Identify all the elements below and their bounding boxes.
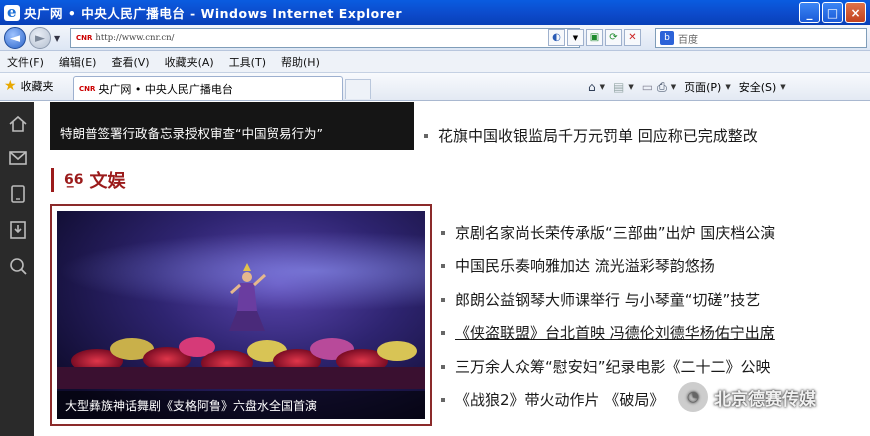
home-icon[interactable]: ⌂ xyxy=(588,80,596,94)
search-icon[interactable] xyxy=(8,256,28,276)
command-bar: ⌂ ▼ ▤ ▼ ▭ ⎙ ▼ 页面(P) ▼ 安全(S) ▼ xyxy=(588,79,790,95)
minimize-button[interactable]: _ xyxy=(799,2,820,23)
window-title: 央广网 • 中央人民广播电台 - Windows Internet Explor… xyxy=(24,6,403,21)
maximize-button[interactable]: □ xyxy=(822,2,843,23)
top-news-caption[interactable]: 特朗普签署行政备忘录授权审查“中国贸易行为” xyxy=(60,123,323,142)
page-content: 特朗普签署行政备忘录授权审查“中国贸易行为” 花旗中国收银监局千万元罚单 回应称… xyxy=(34,102,870,436)
favorites-tab-bar: ★ 收藏夹 CNR 央广网 • 中央人民广播电台 ⌂ ▼ ▤ ▼ ▭ ⎙ ▼ 页面(P… xyxy=(0,73,870,101)
tablet-icon[interactable] xyxy=(8,184,28,204)
menu-tools[interactable]: 工具(T) xyxy=(229,54,266,70)
address-url[interactable]: http://www.cnr.cn/ xyxy=(95,33,174,43)
new-tab-button[interactable] xyxy=(345,79,371,99)
forward-button[interactable]: ► xyxy=(29,27,51,49)
shield-icon[interactable]: ◐ xyxy=(548,29,565,46)
search-placeholder: 百度 xyxy=(678,34,698,46)
safety-dropdown-icon[interactable]: ▼ xyxy=(780,83,785,91)
compatibility-view-icon[interactable]: ▣ xyxy=(586,29,603,46)
favorites-label: 收藏夹 xyxy=(20,80,54,93)
top-news-link[interactable]: 花旗中国收银监局千万元罚单 回应称已完成整改 xyxy=(424,125,758,146)
favorites-button[interactable]: ★ 收藏夹 xyxy=(4,78,54,94)
address-bar[interactable]: CNR http://www.cnr.cn/ xyxy=(70,28,580,48)
watermark-text: 北京德赛传媒 xyxy=(714,389,816,410)
feature-image[interactable]: 大型彝族神话舞剧《支格阿鲁》六盘水全国首演 xyxy=(57,211,425,419)
tab-favicon-icon: CNR xyxy=(79,84,96,93)
culture-icon: 6̲6 xyxy=(64,172,84,188)
site-favicon-icon: CNR xyxy=(76,34,93,42)
page-menu[interactable]: 页面(P) xyxy=(684,79,721,95)
close-button[interactable]: × xyxy=(845,2,866,23)
news-item-5[interactable]: 三万余人众筹“慰安妇”纪录电影《二十二》公映 xyxy=(441,356,771,377)
news-item-2[interactable]: 中国民乐奏响雅加达 流光溢彩琴韵悠扬 xyxy=(441,255,715,276)
page-dropdown-icon[interactable]: ▼ xyxy=(725,83,730,91)
feeds-icon[interactable]: ▤ xyxy=(613,80,624,94)
feeds-dropdown-icon[interactable]: ▼ xyxy=(628,83,633,91)
print-icon[interactable]: ⎙ xyxy=(657,80,667,95)
address-dropdown-icon[interactable]: ▼ xyxy=(567,29,584,46)
menu-file[interactable]: 文件(F) xyxy=(7,54,44,70)
home-dropdown-icon[interactable]: ▼ xyxy=(600,83,605,91)
menu-view[interactable]: 查看(V) xyxy=(111,54,149,70)
recent-pages-dropdown-icon[interactable]: ▼ xyxy=(54,34,60,43)
section-bar xyxy=(51,168,54,192)
search-box[interactable]: b 百度 xyxy=(655,28,867,48)
mail-icon[interactable]: ▭ xyxy=(642,80,653,94)
feature-image-box[interactable]: 大型彝族神话舞剧《支格阿鲁》六盘水全国首演 xyxy=(50,204,432,426)
favorites-star-icon: ★ xyxy=(4,78,17,94)
news-item-4[interactable]: 《侠盗联盟》台北首映 冯德伦刘德华杨佑宁出席 xyxy=(441,322,775,343)
news-item-6[interactable]: 《战狼2》带火动作片 《破局》 xyxy=(440,389,664,410)
top-news-thumbnail[interactable]: 特朗普签署行政备忘录授权审查“中国贸易行为” xyxy=(50,102,414,150)
download-icon[interactable] xyxy=(8,220,28,240)
menu-help[interactable]: 帮助(H) xyxy=(281,54,320,70)
home-icon[interactable] xyxy=(8,114,28,134)
news-item-1[interactable]: 京剧名家尚长荣传承版“三部曲”出炉 国庆档公演 xyxy=(440,222,775,243)
news-item-3[interactable]: 郎朗公益钢琴大师课举行 与小琴童“切磋”技艺 xyxy=(440,289,760,310)
menu-bar: 文件(F) 编辑(E) 查看(V) 收藏夹(A) 工具(T) 帮助(H) xyxy=(0,51,870,73)
address-bar-buttons: ◐ ▼ ▣ ⟳ ✕ xyxy=(548,29,641,46)
address-toolbar: ◄ ► ▼ CNR http://www.cnr.cn/ ◐ ▼ ▣ ⟳ ✕ b… xyxy=(0,25,870,51)
tab-active[interactable]: CNR 央广网 • 中央人民广播电台 xyxy=(73,76,343,100)
dance-performance-image xyxy=(57,263,425,389)
wechat-watermark: ◔ 北京德赛传媒 xyxy=(678,382,816,412)
safety-menu[interactable]: 安全(S) xyxy=(739,79,777,95)
window-controls: _ □ × xyxy=(799,2,866,23)
wechat-icon: ◔ xyxy=(678,382,708,412)
site-sidebar xyxy=(0,102,34,436)
section-title[interactable]: 文娱 xyxy=(89,167,125,193)
mail-icon[interactable] xyxy=(8,148,28,168)
feature-caption[interactable]: 大型彝族神话舞剧《支格阿鲁》六盘水全国首演 xyxy=(57,391,425,419)
stop-icon[interactable]: ✕ xyxy=(624,29,641,46)
baidu-icon: b xyxy=(660,31,674,45)
tab-title: 央广网 • 中央人民广播电台 xyxy=(98,82,233,96)
back-button[interactable]: ◄ xyxy=(4,27,26,49)
print-dropdown-icon[interactable]: ▼ xyxy=(671,83,676,91)
section-header: 6̲6 文娱 xyxy=(51,166,125,194)
ie-logo-icon xyxy=(4,3,20,21)
window-title-bar: 央广网 • 中央人民广播电台 - Windows Internet Explor… xyxy=(0,0,870,25)
menu-favorites[interactable]: 收藏夹(A) xyxy=(165,54,214,70)
refresh-icon[interactable]: ⟳ xyxy=(605,29,622,46)
menu-edit[interactable]: 编辑(E) xyxy=(59,54,97,70)
